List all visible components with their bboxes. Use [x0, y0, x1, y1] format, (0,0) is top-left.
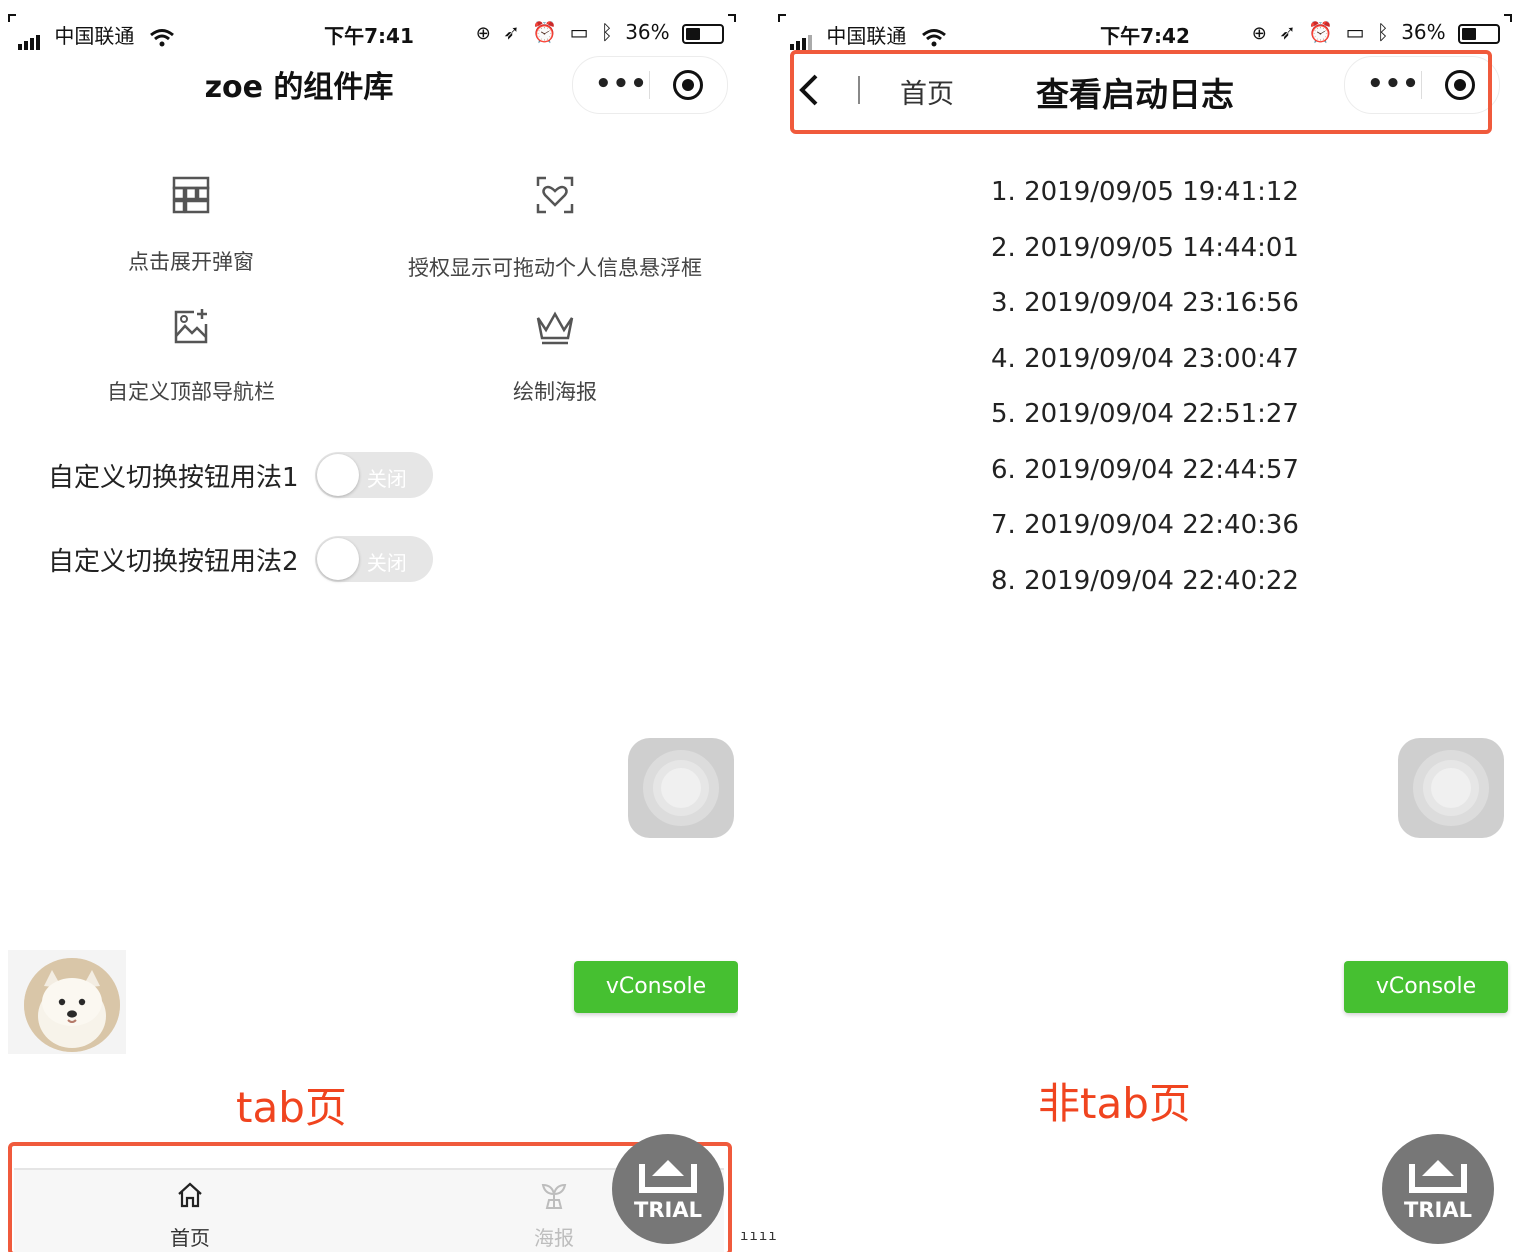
- trial-badge: TRIAL: [612, 1134, 724, 1244]
- launch-log-list: 1. 2019/09/05 19:41:12 2. 2019/09/05 14:…: [776, 174, 1514, 618]
- caption-tab-page: tab页: [236, 1083, 347, 1132]
- image-add-icon: [174, 309, 208, 344]
- rotation-lock-icon: ⊕: [1251, 23, 1267, 44]
- avatar: [24, 958, 120, 1052]
- list-item: 7. 2019/09/04 22:40:36: [991, 510, 1299, 540]
- airplay-icon: ▭: [569, 20, 589, 44]
- switch-state-text: 关闭: [366, 467, 407, 491]
- grid-item-floating-info[interactable]: 授权显示可拖动个人信息悬浮框: [390, 174, 720, 282]
- trial-badge: TRIAL: [1382, 1134, 1494, 1244]
- grid-item-label: 绘制海报: [513, 380, 597, 404]
- close-miniprogram-icon[interactable]: [673, 70, 703, 100]
- list-item: 5. 2019/09/04 22:51:27: [991, 399, 1299, 429]
- grid-item-poster[interactable]: 绘制海报: [390, 306, 720, 406]
- grid-item-label: 自定义顶部导航栏: [107, 380, 275, 404]
- trial-box-icon: [639, 1160, 697, 1193]
- list-item: 1. 2019/09/05 19:41:12: [991, 177, 1299, 207]
- list-item: 6. 2019/09/04 22:44:57: [991, 454, 1299, 485]
- floating-user-info[interactable]: [8, 950, 126, 1054]
- bluetooth-icon: ᛒ: [600, 20, 613, 44]
- assistive-touch-button[interactable]: [1398, 738, 1504, 838]
- grid-item-custom-navbar[interactable]: 自定义顶部导航栏: [26, 306, 356, 406]
- switch-state-text: 关闭: [366, 551, 407, 575]
- heart-scan-icon: [536, 176, 574, 214]
- trial-label: TRIAL: [634, 1198, 702, 1222]
- alarm-icon: ⏰: [1308, 20, 1334, 44]
- list-item: 2. 2019/09/05 14:44:01: [991, 232, 1299, 263]
- status-right-group: ⊕ ➶ ⏰ ▭ ᛒ 36%: [1252, 20, 1500, 44]
- grid-layout-icon: [172, 176, 210, 214]
- vconsole-button[interactable]: vConsole: [574, 961, 738, 1013]
- toggle-switch-1[interactable]: 关闭: [314, 452, 433, 498]
- switch-label: 自定义切换按钮用法1: [48, 462, 299, 493]
- alarm-icon: ⏰: [532, 20, 558, 44]
- location-icon: ➶: [1279, 20, 1296, 44]
- battery-icon: [1458, 23, 1500, 44]
- phone-screen-non-tab-page: 中国联通 下午7:42 ⊕ ➶ ⏰ ▭ ᛒ 36% 首页 查看启动日志 ••• …: [776, 0, 1514, 1252]
- battery-icon: [682, 23, 724, 44]
- toggle-switch-2[interactable]: 关闭: [314, 536, 433, 582]
- status-bar: 中国联通 下午7:42 ⊕ ➶ ⏰ ▭ ᛒ 36%: [776, 14, 1514, 54]
- miniprogram-capsule: •••: [572, 56, 728, 114]
- list-item: 3. 2019/09/04 23:16:56: [991, 288, 1299, 318]
- status-right-group: ⊕ ➶ ⏰ ▭ ᛒ 36%: [476, 20, 724, 44]
- list-item: 8. 2019/09/04 22:40:22: [991, 565, 1299, 596]
- phone-screen-tab-page: 中国联通 下午7:41 ⊕ ➶ ⏰ ▭ ᛒ 36% zoe 的组件库 ••• 点…: [0, 0, 738, 1252]
- more-menu-icon[interactable]: •••: [595, 69, 648, 99]
- capsule-divider: [649, 71, 650, 99]
- location-icon: ➶: [503, 20, 520, 44]
- rotation-lock-icon: ⊕: [475, 23, 491, 44]
- battery-percent: 36%: [625, 20, 670, 44]
- trial-label: TRIAL: [1404, 1198, 1472, 1222]
- switch-label: 自定义切换按钮用法2: [48, 546, 299, 577]
- assistive-touch-button[interactable]: [628, 738, 734, 838]
- airplay-icon: ▭: [1345, 20, 1365, 44]
- status-bar: 中国联通 下午7:41 ⊕ ➶ ⏰ ▭ ᛒ 36%: [0, 14, 738, 54]
- switch-knob: [316, 454, 359, 496]
- dog-avatar-image: [24, 958, 120, 1052]
- vconsole-button[interactable]: vConsole: [1344, 961, 1508, 1013]
- grid-item-label: 授权显示可拖动个人信息悬浮框: [408, 256, 702, 280]
- highlight-box-navbar: [790, 50, 1492, 134]
- switch-row-2: 自定义切换按钮用法2 关闭: [48, 536, 433, 582]
- caption-non-tab-page: 非tab页: [1038, 1079, 1191, 1128]
- bluetooth-icon: ᛒ: [1376, 20, 1389, 44]
- grid-item-popup[interactable]: 点击展开弹窗: [26, 174, 356, 276]
- list-item: 4. 2019/09/04 23:00:47: [991, 343, 1299, 374]
- switch-knob: [316, 538, 359, 580]
- grid-item-label: 点击展开弹窗: [128, 250, 254, 274]
- trial-box-icon: [1409, 1160, 1467, 1193]
- crown-icon: [536, 311, 574, 345]
- battery-percent: 36%: [1401, 20, 1446, 44]
- switch-row-1: 自定义切换按钮用法1 关闭: [48, 452, 433, 498]
